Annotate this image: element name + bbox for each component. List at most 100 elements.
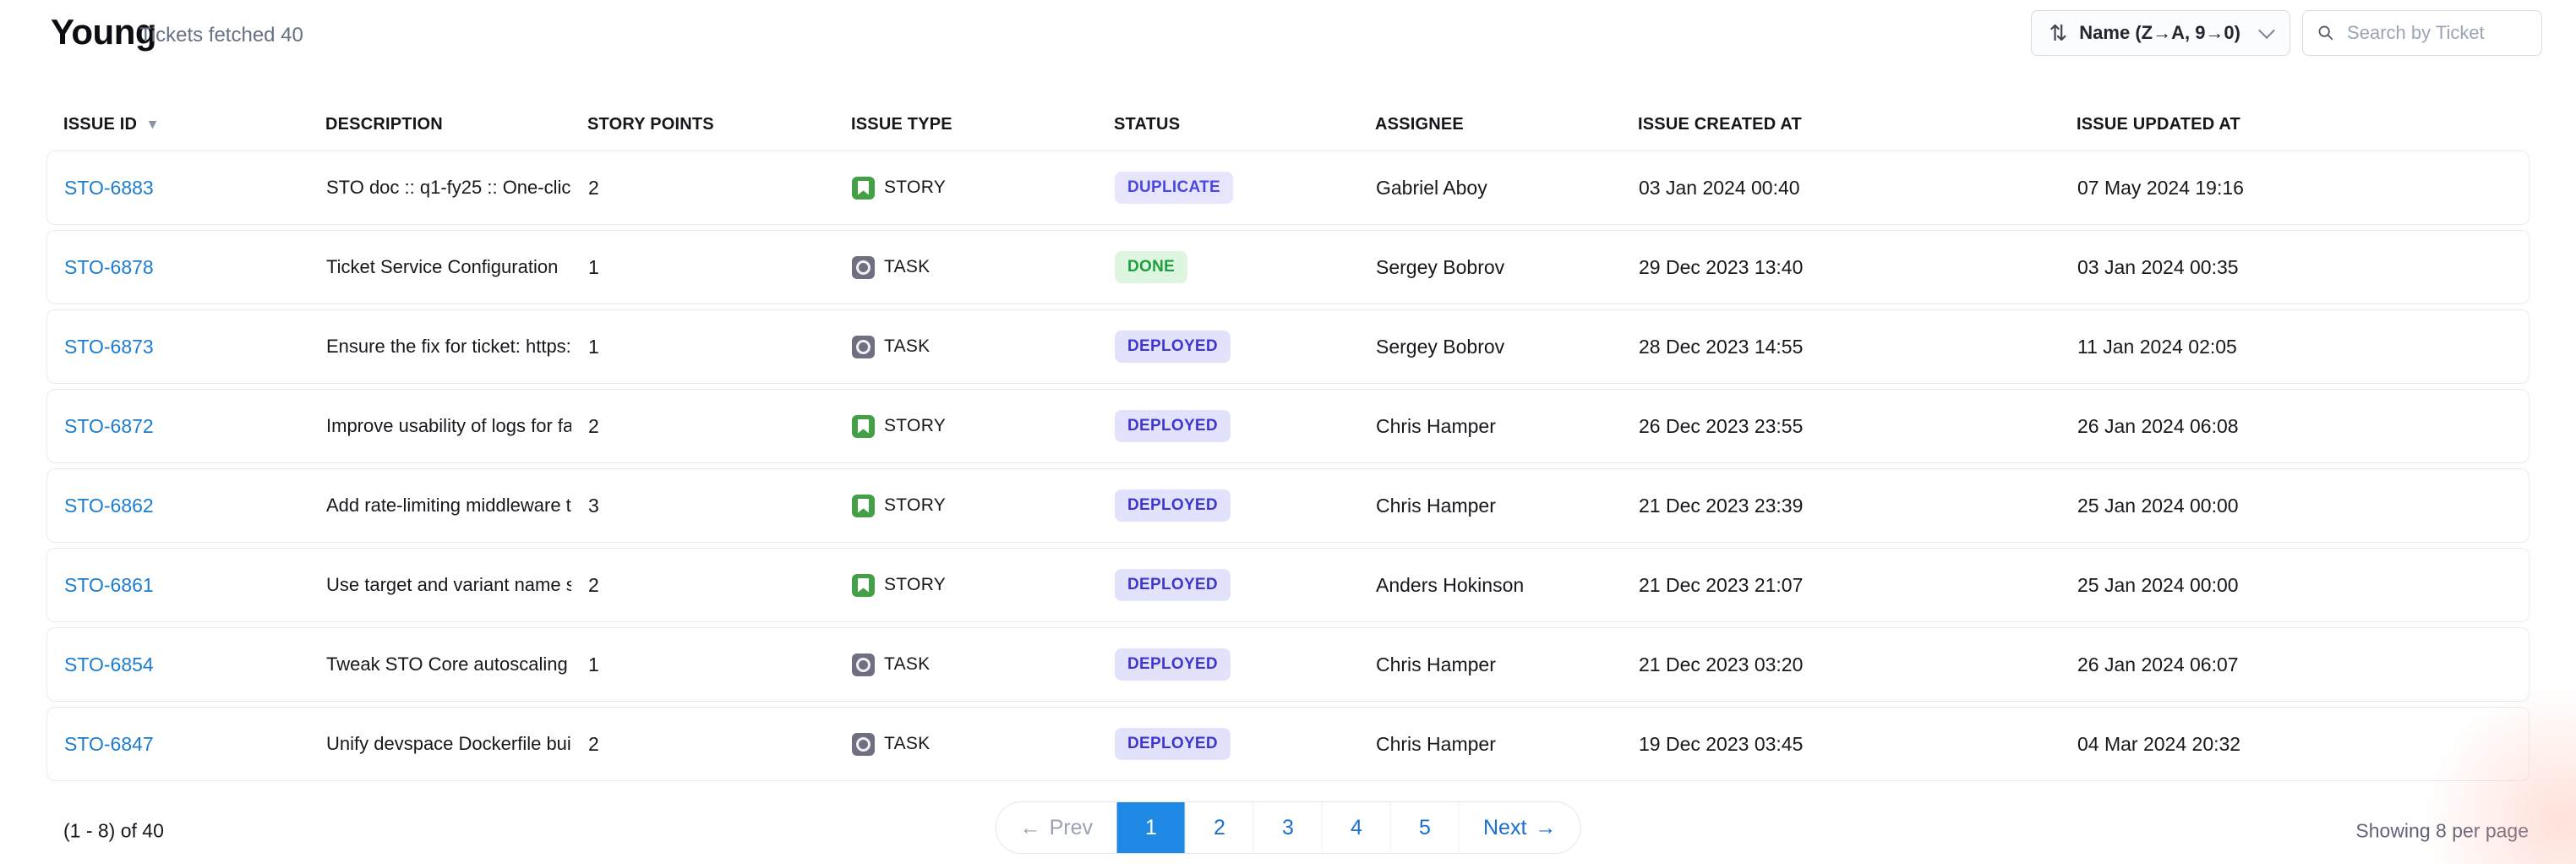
issue-id-link[interactable]: STO-6862 — [64, 495, 154, 517]
issue-description: Add rate-limiting middleware to S... — [309, 495, 571, 517]
issue-type-label: TASK — [884, 336, 931, 357]
column-header-issue-created-at[interactable]: ISSUE CREATED AT — [1621, 115, 2060, 134]
status-badge: DONE — [1115, 251, 1187, 283]
column-header-status[interactable]: STATUS — [1097, 115, 1358, 134]
story-points-value: 2 — [571, 733, 835, 756]
issue-updated-at: 26 Jan 2024 06:08 — [2060, 415, 2529, 438]
assignee-name: Chris Hamper — [1359, 653, 1622, 676]
issue-description: STO doc :: q1-fy25 :: One-click e... — [309, 177, 571, 199]
assignee-name: Chris Hamper — [1359, 733, 1622, 756]
story-points-value: 2 — [571, 574, 835, 597]
table-row: STO-6872 Improve usability of logs for f… — [46, 389, 2530, 463]
chevron-down-icon — [2258, 22, 2275, 39]
prev-page-button[interactable]: ← Prev — [996, 802, 1117, 853]
issue-description: Tweak STO Core autoscaling par... — [309, 653, 571, 675]
assignee-name: Gabriel Aboy — [1359, 177, 1622, 200]
table-row: STO-6862 Add rate-limiting middleware to… — [46, 468, 2530, 543]
issue-created-at: 21 Dec 2023 23:39 — [1622, 495, 2060, 517]
story-type-icon — [852, 177, 875, 200]
prev-label: Prev — [1050, 816, 1093, 840]
issue-type-label: STORY — [884, 575, 946, 595]
status-badge: DEPLOYED — [1115, 648, 1231, 681]
story-type-icon — [852, 495, 875, 517]
story-points-value: 1 — [571, 653, 835, 676]
story-points-value: 1 — [571, 336, 835, 358]
status-badge: DEPLOYED — [1115, 569, 1231, 601]
assignee-name: Chris Hamper — [1359, 415, 1622, 438]
status-badge: DEPLOYED — [1115, 410, 1231, 442]
task-type-icon — [852, 653, 875, 676]
table-row: STO-6873 Ensure the fix for ticket: http… — [46, 309, 2530, 384]
issue-id-link[interactable]: STO-6873 — [64, 336, 154, 358]
status-badge: DEPLOYED — [1115, 489, 1231, 522]
issue-id-link[interactable]: STO-6847 — [64, 733, 154, 755]
search-input[interactable] — [2345, 21, 2528, 45]
issue-type-label: TASK — [884, 257, 931, 277]
issue-id-link[interactable]: STO-6854 — [64, 653, 154, 675]
column-header-assignee[interactable]: ASSIGNEE — [1358, 115, 1621, 134]
tickets-page: Young Tickets fetched 40 ⇅ Name (Z→A, 9→… — [0, 0, 2576, 864]
issue-type-label: STORY — [884, 416, 946, 436]
issue-updated-at: 25 Jan 2024 00:00 — [2060, 495, 2529, 517]
tickets-fetched-count: Tickets fetched 40 — [139, 24, 303, 47]
page-button-5[interactable]: 5 — [1391, 802, 1460, 853]
story-points-value: 2 — [571, 177, 835, 200]
issue-type-cell: STORY — [835, 495, 1098, 517]
page-button-3[interactable]: 3 — [1254, 802, 1323, 853]
story-points-value: 3 — [571, 495, 835, 517]
ticket-search[interactable] — [2302, 10, 2542, 56]
issue-created-at: 26 Dec 2023 23:55 — [1622, 415, 2060, 438]
issue-type-cell: TASK — [835, 336, 1098, 358]
issue-type-cell: TASK — [835, 653, 1098, 676]
next-label: Next — [1483, 816, 1526, 840]
issue-description: Improve usability of logs for failur... — [309, 415, 571, 437]
assignee-name: Sergey Bobrov — [1359, 256, 1622, 279]
table-row: STO-6854 Tweak STO Core autoscaling par.… — [46, 627, 2530, 702]
issue-id-link[interactable]: STO-6883 — [64, 177, 154, 199]
pagination: ← Prev 1 2 3 4 5 Next → — [996, 801, 1581, 854]
story-type-icon — [852, 415, 875, 438]
task-type-icon — [852, 733, 875, 756]
issue-description: Unify devspace Dockerfile build — [309, 733, 571, 755]
table-row: STO-6883 STO doc :: q1-fy25 :: One-click… — [46, 150, 2530, 225]
sort-dropdown[interactable]: ⇅ Name (Z→A, 9→0) — [2031, 10, 2290, 56]
issue-type-cell: TASK — [835, 256, 1098, 279]
issue-type-cell: STORY — [835, 415, 1098, 438]
table-row: STO-6878 Ticket Service Configuration 1 … — [46, 230, 2530, 304]
assignee-name: Sergey Bobrov — [1359, 336, 1622, 358]
issue-updated-at: 25 Jan 2024 00:00 — [2060, 574, 2529, 597]
issue-type-cell: STORY — [835, 177, 1098, 200]
search-icon — [2317, 22, 2335, 44]
top-bar: Young Tickets fetched 40 ⇅ Name (Z→A, 9→… — [0, 0, 2576, 105]
column-header-description[interactable]: DESCRIPTION — [308, 115, 570, 134]
issue-updated-at: 07 May 2024 19:16 — [2060, 177, 2529, 200]
page-button-2[interactable]: 2 — [1186, 802, 1254, 853]
column-header-story-points[interactable]: STORY POINTS — [570, 115, 834, 134]
issue-type-cell: TASK — [835, 733, 1098, 756]
issue-created-at: 21 Dec 2023 03:20 — [1622, 653, 2060, 676]
issue-id-link[interactable]: STO-6861 — [64, 574, 154, 596]
issue-created-at: 28 Dec 2023 14:55 — [1622, 336, 2060, 358]
issue-id-link[interactable]: STO-6872 — [64, 415, 154, 437]
page-button-1[interactable]: 1 — [1117, 802, 1186, 853]
column-header-issue-type[interactable]: ISSUE TYPE — [834, 115, 1097, 134]
assignee-name: Anders Hokinson — [1359, 574, 1622, 597]
arrow-right-icon: → — [1535, 816, 1556, 840]
sort-caret-icon: ▾ — [149, 116, 156, 133]
issue-created-at: 19 Dec 2023 03:45 — [1622, 733, 2060, 756]
column-header-issue-id[interactable]: ISSUE ID ▾ — [46, 115, 308, 134]
table-row: STO-6861 Use target and variant name sea… — [46, 548, 2530, 622]
table-row: STO-6847 Unify devspace Dockerfile build… — [46, 707, 2530, 781]
issue-updated-at: 26 Jan 2024 06:07 — [2060, 653, 2529, 676]
sort-arrows-icon: ⇅ — [2049, 22, 2067, 44]
table-footer: (1 - 8) of 40 ← Prev 1 2 3 4 5 Next → Sh… — [0, 801, 2576, 861]
issue-id-link[interactable]: STO-6878 — [64, 256, 154, 278]
issue-updated-at: 04 Mar 2024 20:32 — [2060, 733, 2529, 756]
next-page-button[interactable]: Next → — [1460, 802, 1580, 853]
column-header-issue-updated-at[interactable]: ISSUE UPDATED AT — [2060, 115, 2530, 134]
status-badge: DUPLICATE — [1115, 172, 1233, 204]
issue-description: Ensure the fix for ticket: https://h... — [309, 336, 571, 358]
ticket-table-body: STO-6883 STO doc :: q1-fy25 :: One-click… — [46, 150, 2530, 781]
page-button-4[interactable]: 4 — [1323, 802, 1391, 853]
issue-type-label: TASK — [884, 734, 931, 754]
